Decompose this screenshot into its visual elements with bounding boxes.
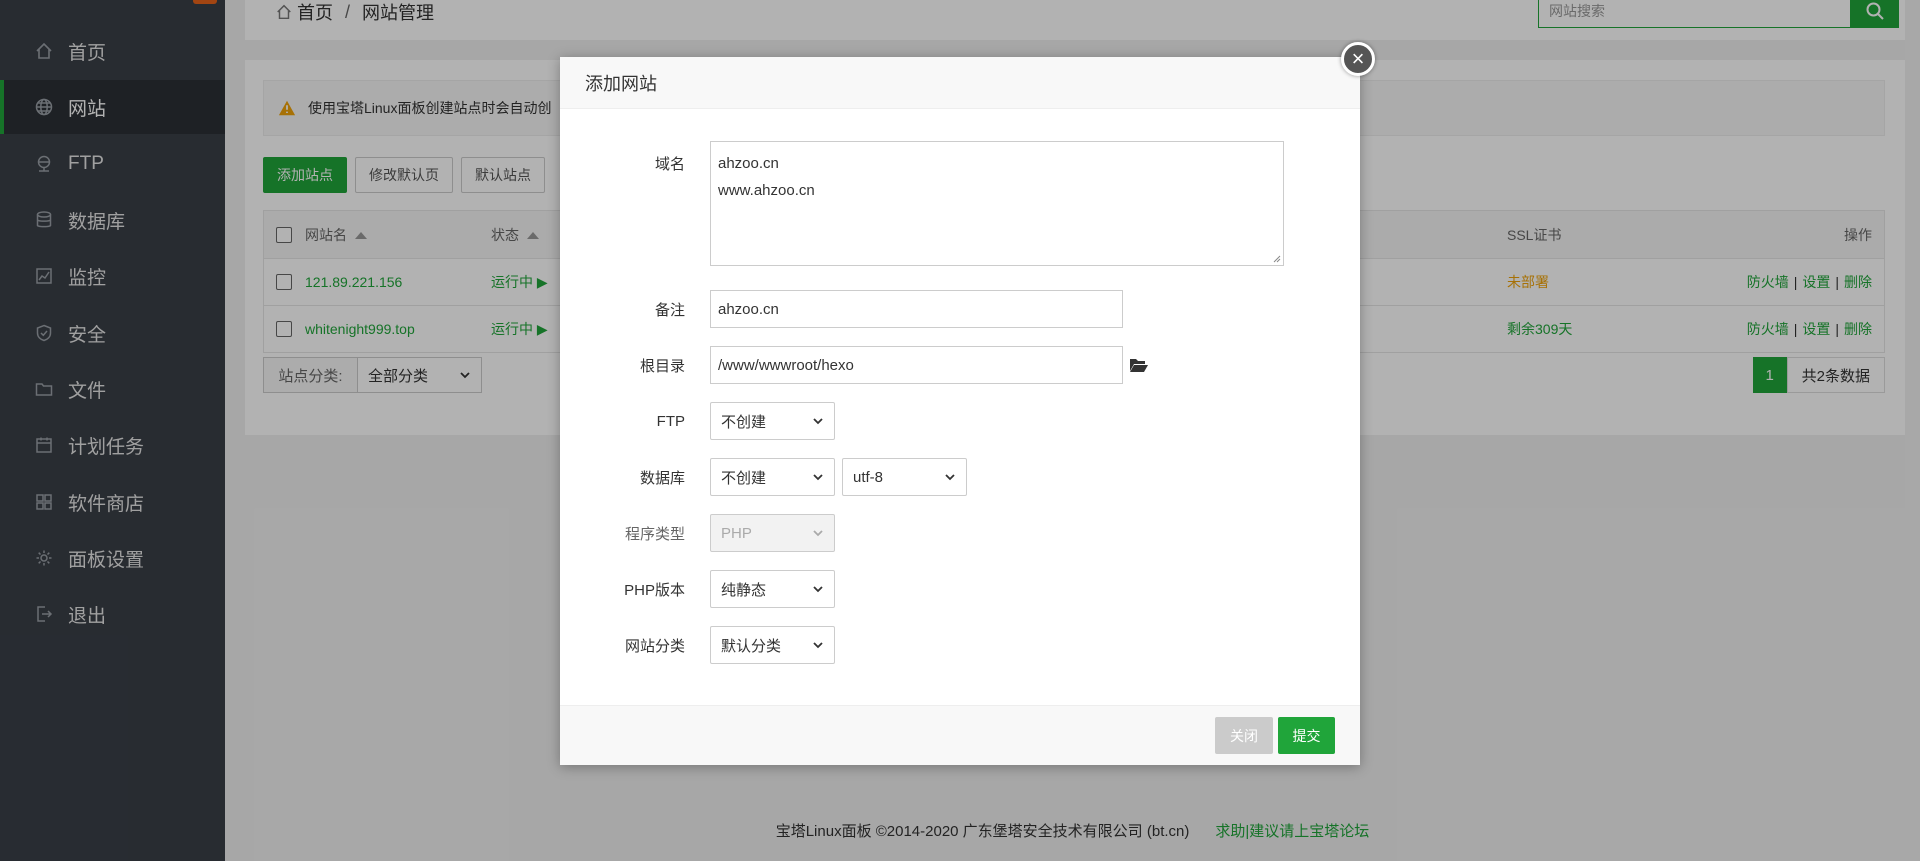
php-row: PHP版本 纯静态 [560,570,835,608]
modal-footer: 关闭 提交 [560,705,1360,765]
close-button[interactable]: 关闭 [1215,717,1273,754]
ftp-row: FTP 不创建 [560,402,835,440]
chevron-down-icon [813,474,823,481]
folder-open-icon[interactable] [1129,356,1149,374]
ftp-select[interactable]: 不创建 [710,402,835,440]
add-site-modal: 添加网站 域名 ahzoo.cn www.ahzoo.cn 备注 ahzoo.c… [560,57,1360,765]
remark-label: 备注 [654,301,685,319]
database-select[interactable]: 不创建 [710,458,835,496]
root-row: 根目录 /www/wwwroot/hexo [560,346,1149,384]
site-category-label: 网站分类 [624,637,685,655]
chevron-down-icon [945,474,955,481]
program-label: 程序类型 [624,525,685,543]
submit-button[interactable]: 提交 [1278,717,1335,754]
chevron-down-icon [813,642,823,649]
domain-label: 域名 [654,156,685,173]
site-category-row: 网站分类 默认分类 [560,626,835,664]
close-icon[interactable]: × [1341,42,1375,76]
modal-title: 添加网站 [560,57,1360,109]
php-version-select[interactable]: 纯静态 [710,570,835,608]
php-label: PHP版本 [624,581,685,599]
ftp-label: FTP [656,412,685,430]
remark-input[interactable]: ahzoo.cn [710,290,1123,328]
domain-row: 域名 ahzoo.cn www.ahzoo.cn [560,141,1284,266]
program-row: 程序类型 PHP [560,514,835,552]
site-category-select[interactable]: 默认分类 [710,626,835,664]
database-label: 数据库 [639,469,685,487]
database-row: 数据库 不创建 utf-8 [560,458,967,496]
root-label: 根目录 [639,357,685,375]
charset-select[interactable]: utf-8 [842,458,967,496]
chevron-down-icon [813,530,823,537]
chevron-down-icon [813,418,823,425]
remark-row: 备注 ahzoo.cn [560,290,1123,328]
domain-textarea[interactable]: ahzoo.cn www.ahzoo.cn [710,141,1284,266]
chevron-down-icon [813,586,823,593]
resize-handle-icon[interactable] [1271,253,1281,263]
program-select: PHP [710,514,835,552]
root-input[interactable]: /www/wwwroot/hexo [710,346,1123,384]
